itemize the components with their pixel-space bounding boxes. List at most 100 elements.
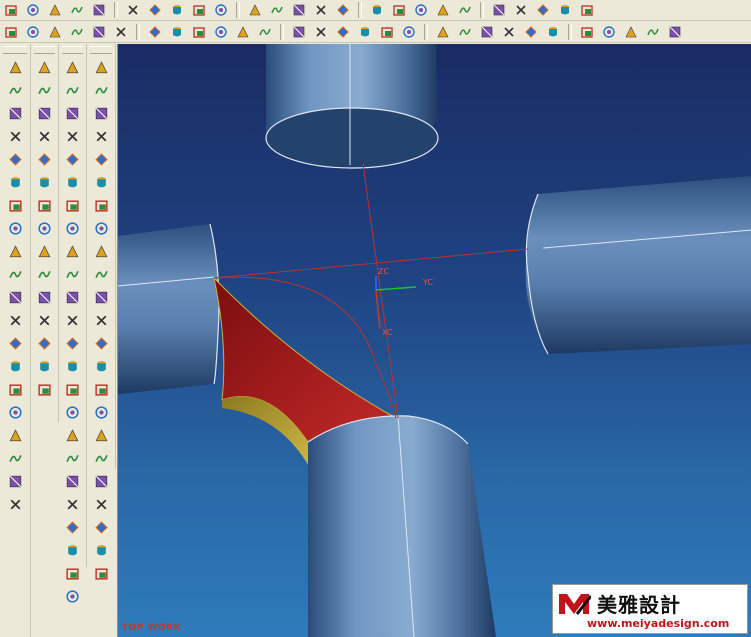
bottom-cylinder[interactable] [307, 415, 496, 637]
help-icon[interactable] [535, 2, 551, 18]
intersect-curve-icon[interactable] [379, 24, 395, 40]
cone-shape-icon[interactable] [64, 564, 82, 582]
offset-face-icon[interactable] [64, 311, 82, 329]
grid-icon[interactable] [513, 2, 529, 18]
green-face-icon[interactable] [92, 518, 110, 536]
draft-icon[interactable] [64, 173, 82, 191]
copy-icon[interactable] [125, 2, 141, 18]
view-top-icon[interactable] [92, 104, 110, 122]
law-curve-icon[interactable] [523, 24, 539, 40]
patch-icon[interactable] [64, 288, 82, 306]
circle-icon[interactable] [213, 24, 229, 40]
line-icon[interactable] [3, 24, 19, 40]
view-right-icon[interactable] [92, 127, 110, 145]
fillet-surface-icon[interactable] [36, 357, 54, 375]
simplify-icon[interactable] [64, 380, 82, 398]
render-icon[interactable] [457, 2, 473, 18]
spline-icon[interactable] [113, 24, 129, 40]
fit-view-icon[interactable] [247, 2, 263, 18]
top-cylinder[interactable] [265, 44, 439, 169]
through-curves-icon[interactable] [36, 104, 54, 122]
bridge-curve-icon[interactable] [335, 24, 351, 40]
zoom-box-icon[interactable] [291, 2, 307, 18]
move-face-icon[interactable] [92, 265, 110, 283]
hand-icon[interactable] [645, 24, 661, 40]
wrap-curve-icon[interactable] [479, 24, 495, 40]
fillet-curve-icon[interactable] [545, 24, 561, 40]
ellipse-icon[interactable] [235, 24, 251, 40]
emboss-icon[interactable] [64, 334, 82, 352]
n-sided-icon[interactable] [36, 219, 54, 237]
soft-blend-icon[interactable] [64, 104, 82, 122]
datum-plane-icon[interactable] [6, 127, 24, 145]
point-set-icon[interactable] [147, 24, 163, 40]
point-icon[interactable] [47, 24, 63, 40]
view-front-icon[interactable] [92, 81, 110, 99]
sphere-shape-icon[interactable] [64, 587, 82, 605]
edit-curve-icon[interactable] [601, 24, 617, 40]
chamfer-icon[interactable] [64, 127, 82, 145]
bridge-icon[interactable] [36, 196, 54, 214]
rotate-face-icon[interactable] [92, 495, 110, 513]
convert-face-icon[interactable] [92, 564, 110, 582]
hand-select-icon[interactable] [667, 24, 683, 40]
box-shape-icon[interactable] [64, 518, 82, 536]
wrap-geometry-icon[interactable] [64, 357, 82, 375]
measure-icon[interactable] [579, 2, 595, 18]
shell-icon[interactable] [64, 242, 82, 260]
unite-icon[interactable] [6, 426, 24, 444]
curve-icon[interactable] [69, 24, 85, 40]
edit-face-icon[interactable] [92, 242, 110, 260]
section-icon[interactable] [36, 173, 54, 191]
extrude-icon[interactable] [6, 81, 24, 99]
sketch-icon[interactable] [6, 58, 24, 76]
pan-icon[interactable] [335, 2, 351, 18]
helix-icon[interactable] [257, 24, 273, 40]
analysis-face-icon[interactable] [92, 426, 110, 444]
reuse-icon[interactable] [92, 380, 110, 398]
section-curve-icon[interactable] [401, 24, 417, 40]
user-feature-icon[interactable] [6, 403, 24, 421]
surface-grid-icon[interactable] [36, 58, 54, 76]
open-file-icon[interactable] [25, 2, 41, 18]
view-iso-icon[interactable] [92, 58, 110, 76]
zoom-icon[interactable] [269, 2, 285, 18]
hollow-icon[interactable] [64, 150, 82, 168]
view-back-icon[interactable] [92, 150, 110, 168]
cylinder-icon[interactable] [6, 196, 24, 214]
snap-icon[interactable] [557, 2, 573, 18]
extract-curve-icon[interactable] [435, 24, 451, 40]
isoparametric-icon[interactable] [501, 24, 517, 40]
left-cylinder[interactable] [118, 223, 220, 394]
trim-body-icon[interactable] [6, 495, 24, 513]
arc-icon[interactable] [91, 24, 107, 40]
new-file-icon[interactable] [3, 2, 19, 18]
view-left-icon[interactable] [92, 173, 110, 191]
rectangle-icon[interactable] [191, 24, 207, 40]
edge-blend-icon[interactable] [64, 58, 82, 76]
thread-icon[interactable] [64, 449, 82, 467]
pad-icon[interactable] [6, 334, 24, 352]
intersect-icon[interactable] [6, 472, 24, 490]
resize-face-icon[interactable] [92, 288, 110, 306]
tube-icon[interactable] [6, 265, 24, 283]
text-icon[interactable] [291, 24, 307, 40]
through-mesh-icon[interactable] [36, 127, 54, 145]
redo-icon[interactable] [213, 2, 229, 18]
offset-curve-icon[interactable] [313, 24, 329, 40]
analysis-icon[interactable] [623, 24, 639, 40]
mesh-surface-icon[interactable] [64, 495, 82, 513]
trim-sheet-icon[interactable] [36, 311, 54, 329]
bounded-plane-icon[interactable] [36, 380, 54, 398]
save-icon[interactable] [47, 2, 63, 18]
ruled-icon[interactable] [36, 81, 54, 99]
select-face-icon[interactable] [92, 541, 110, 559]
transition-icon[interactable] [36, 242, 54, 260]
cut-icon[interactable] [91, 2, 107, 18]
offset-surface-icon[interactable] [36, 288, 54, 306]
layer-icon[interactable] [435, 2, 451, 18]
blend-face-icon[interactable] [92, 472, 110, 490]
polyline-icon[interactable] [169, 24, 185, 40]
sew-icon[interactable] [36, 334, 54, 352]
wireframe-view-icon[interactable] [391, 2, 407, 18]
